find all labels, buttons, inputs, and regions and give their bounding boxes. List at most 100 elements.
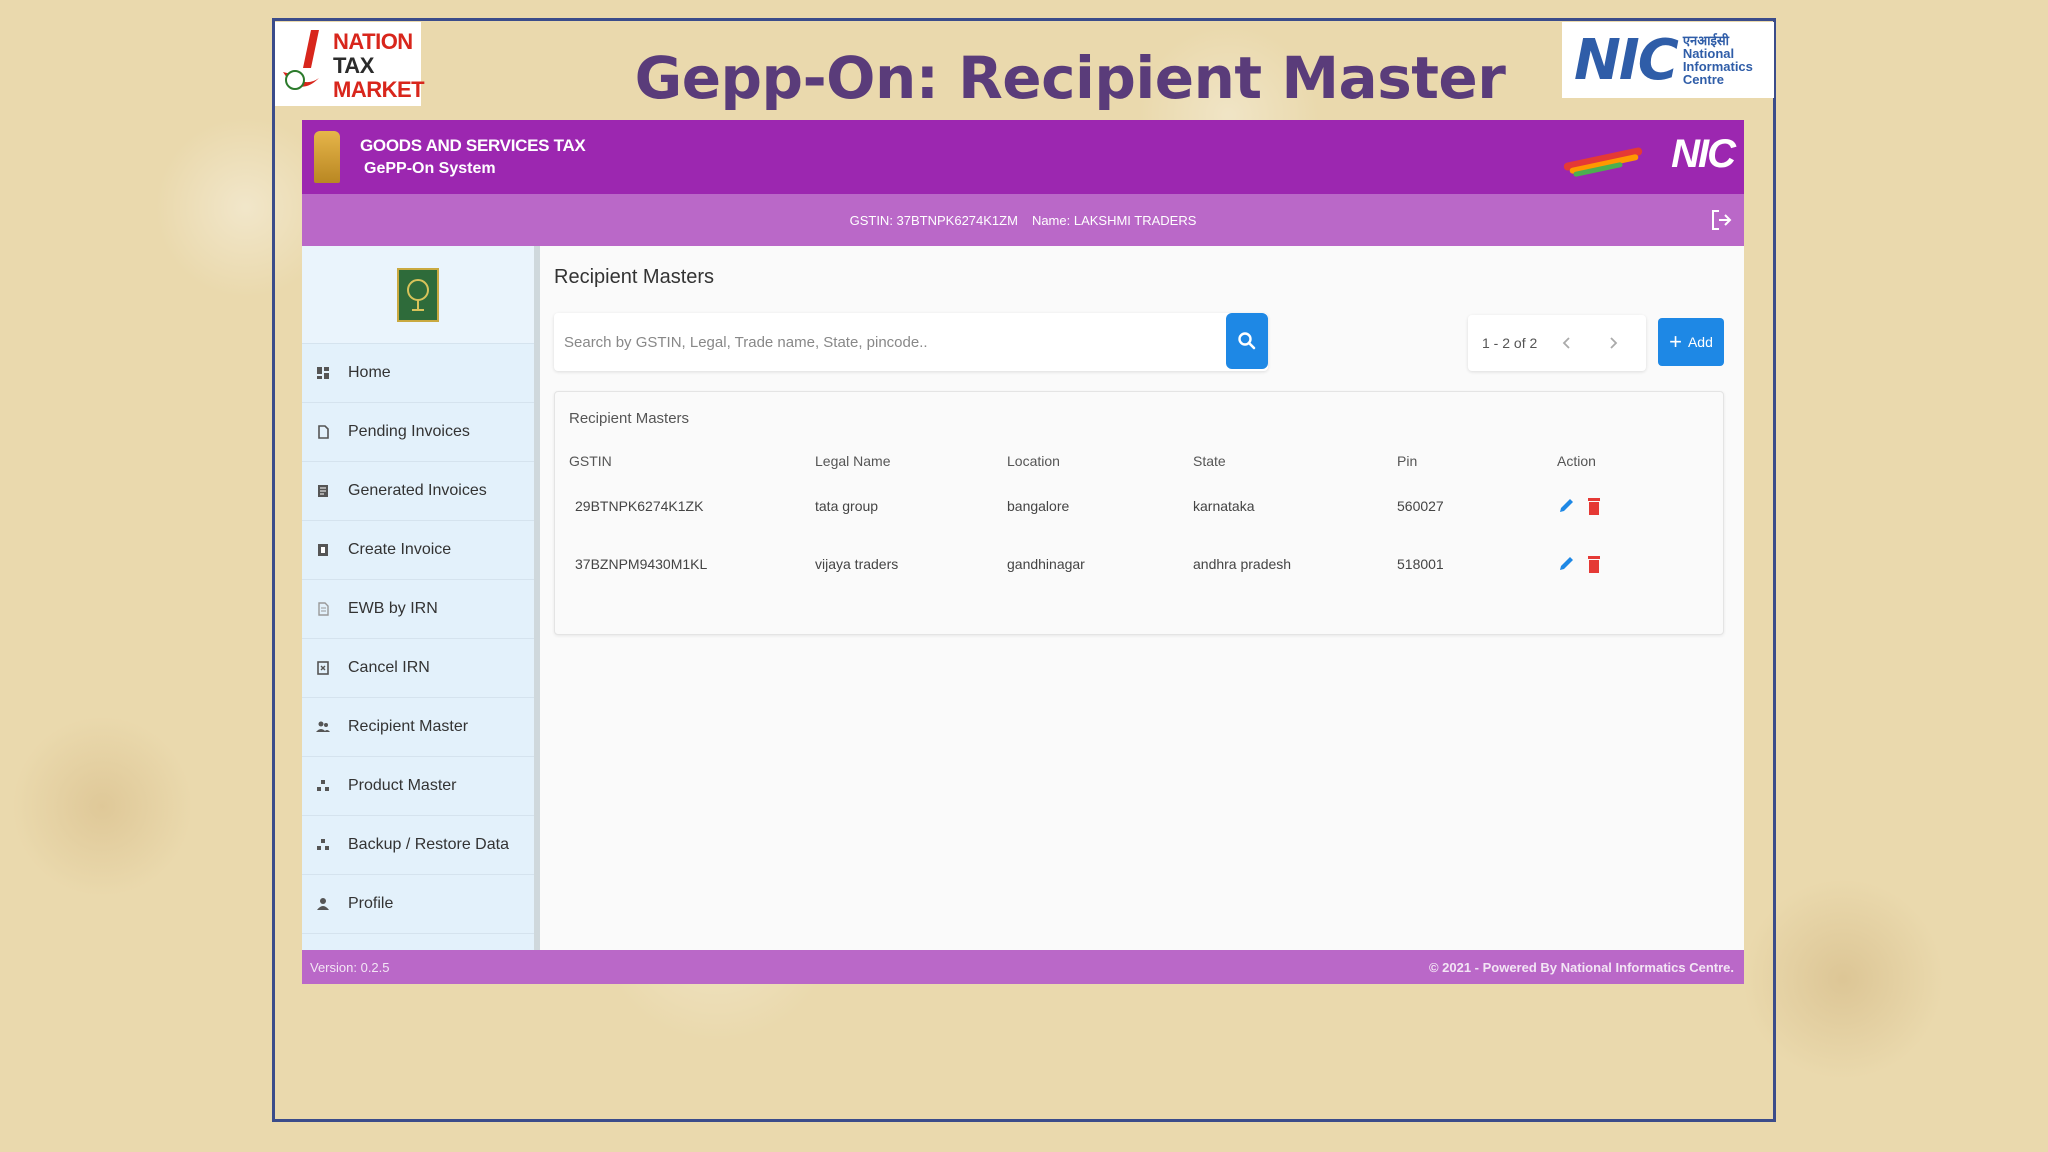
slide-title: Gepp-On: Recipient Master: [634, 44, 1506, 112]
brand-subtitle: GePP-On System: [364, 160, 496, 177]
sidebar-item-pending-invoices[interactable]: Pending Invoices: [302, 403, 534, 462]
company-logo: [397, 267, 439, 322]
cell-pin: 518001: [1397, 556, 1444, 572]
delete-icon[interactable]: [1585, 554, 1603, 574]
add-button-label: Add: [1687, 334, 1713, 350]
search-icon: [1238, 332, 1256, 350]
logo-line-1: NATION: [333, 29, 413, 54]
header-logos: NIC: [1559, 132, 1736, 177]
sidebar-item-label: Profile: [348, 895, 394, 912]
brand-title: GOODS AND SERVICES TAX: [360, 136, 586, 155]
sidebar-item-label: Pending Invoices: [348, 423, 470, 440]
table-card-title: Recipient Masters: [569, 410, 690, 427]
cell-legal-name: tata group: [815, 498, 879, 514]
app-body: Home Pending Invoices Generated Invoices…: [302, 246, 1744, 950]
previous-page-button[interactable]: [1559, 335, 1575, 351]
user-gstin: GSTIN: 37BTNPK6274K1ZM: [849, 212, 1018, 228]
app-version: Version: 0.2.5: [310, 959, 390, 975]
gepp-on-app: GOODS AND SERVICES TAX GePP-On System NI…: [302, 120, 1744, 984]
sidebar-item-label: Cancel IRN: [348, 659, 430, 676]
table-row: 37BZNPM9430M1KL vijaya traders gandhinag…: [569, 535, 1709, 593]
cell-gstin: 29BTNPK6274K1ZK: [575, 498, 704, 514]
cubes-icon: [316, 779, 330, 793]
sidebar-item-label: EWB by IRN: [348, 600, 438, 617]
cell-pin: 560027: [1397, 498, 1444, 514]
sidebar-item-home[interactable]: Home: [302, 344, 534, 403]
pagination: 1 - 2 of 2: [1468, 315, 1646, 371]
column-header-state: State: [1193, 453, 1226, 469]
cell-location: gandhinagar: [1007, 556, 1085, 572]
page-title: Recipient Masters: [554, 266, 715, 288]
cell-gstin: 37BZNPM9430M1KL: [575, 556, 708, 572]
delete-icon[interactable]: [1585, 496, 1603, 516]
sidebar-item-label: Create Invoice: [348, 541, 452, 558]
app-subheader: GSTIN: 37BTNPK6274K1ZM Name: LAKSHMI TRA…: [302, 194, 1744, 246]
document-icon: [316, 425, 330, 439]
column-header-action: Action: [1557, 453, 1596, 469]
sidebar-item-create-invoice[interactable]: Create Invoice: [302, 521, 534, 580]
search-button[interactable]: [1226, 313, 1268, 369]
sidebar-item-label: Home: [348, 364, 391, 381]
nation-tax-market-text: NATION TAX MARKET: [333, 29, 425, 102]
chevron-left-icon: [1562, 337, 1570, 349]
person-icon: [316, 897, 330, 911]
app-header: GOODS AND SERVICES TAX GePP-On System NI…: [302, 120, 1744, 194]
sidebar-item-label: Recipient Master: [348, 718, 469, 735]
truck-icon: [316, 602, 330, 616]
logout-icon[interactable]: [1710, 208, 1732, 232]
national-emblem-icon: [314, 131, 340, 183]
sidebar-item-backup-restore[interactable]: Backup / Restore Data: [302, 816, 534, 875]
sidebar-item-label: Backup / Restore Data: [348, 836, 509, 853]
recipients-table: GSTIN Legal Name Location State Pin Acti…: [569, 445, 1709, 593]
search-input[interactable]: [564, 313, 1204, 371]
cell-state: karnataka: [1193, 498, 1255, 514]
cell-location: bangalore: [1007, 498, 1070, 514]
nic-logo: NIC एनआईसी National Informatics Centre: [1562, 22, 1774, 98]
sidebar-item-cancel-irn[interactable]: Cancel IRN: [302, 639, 534, 698]
cell-action: [1557, 535, 1709, 593]
column-header-pin: Pin: [1397, 453, 1418, 469]
gst-swoosh-icon: [283, 30, 319, 90]
footer-credit: © 2021 - Powered By National Informatics…: [1428, 959, 1734, 975]
edit-icon[interactable]: [1557, 554, 1575, 574]
cell-legal-name: vijaya traders: [815, 556, 899, 572]
logo-line-2: TAX: [333, 53, 374, 78]
column-header-location: Location: [1007, 453, 1060, 469]
sidebar-item-profile[interactable]: Profile: [302, 875, 534, 934]
sidebar-logo-area: [302, 246, 534, 344]
column-header-legal-name: Legal Name: [815, 453, 891, 469]
pagination-range: 1 - 2 of 2: [1482, 335, 1538, 351]
header-nic-logo: NIC: [1671, 132, 1736, 176]
user-name: Name: LAKSHMI TRADERS: [1031, 212, 1197, 228]
add-button[interactable]: + Add: [1658, 318, 1724, 366]
sidebar-item-recipient-master[interactable]: Recipient Master: [302, 698, 534, 757]
cancel-doc-icon: [316, 661, 330, 675]
cell-action: [1557, 477, 1709, 535]
search-box: [554, 313, 1268, 371]
sidebar-item-ewb-by-irn[interactable]: EWB by IRN: [302, 580, 534, 639]
recipients-table-card: Recipient Masters GSTIN Legal Name Locat…: [554, 391, 1724, 635]
sidebar-item-product-master[interactable]: Product Master: [302, 757, 534, 816]
table-row: 29BTNPK6274K1ZK tata group bangalore kar…: [569, 477, 1709, 535]
backup-icon: [316, 838, 330, 852]
edit-icon[interactable]: [1557, 496, 1575, 516]
nation-tax-market-logo: NATION TAX MARKET: [275, 22, 425, 106]
main-content: Recipient Masters 1 - 2 of 2: [540, 246, 1744, 950]
sidebar-item-label: Generated Invoices: [348, 482, 487, 499]
chevron-right-icon: [1610, 337, 1618, 349]
app-brand: GOODS AND SERVICES TAX GePP-On System: [360, 136, 586, 178]
invoice-icon: [316, 484, 330, 498]
sidebar-item-label: Product Master: [348, 777, 457, 794]
add-box-icon: [316, 543, 330, 557]
dashboard-icon: [316, 366, 330, 380]
plus-icon: +: [1669, 329, 1682, 354]
sidebar-item-generated-invoices[interactable]: Generated Invoices: [302, 462, 534, 521]
sidebar: Home Pending Invoices Generated Invoices…: [302, 246, 540, 950]
app-footer: Version: 0.2.5 © 2021 - Powered By Natio…: [302, 950, 1744, 984]
tree-icon: [407, 278, 429, 311]
next-page-button[interactable]: [1605, 335, 1621, 351]
cell-state: andhra pradesh: [1193, 556, 1292, 572]
nic-logo-subtext: एनआईसी National Informatics Centre: [1683, 34, 1753, 86]
toolbar: 1 - 2 of 2 + Add: [554, 313, 1730, 371]
nic-logo-text: NIC: [1574, 27, 1679, 93]
